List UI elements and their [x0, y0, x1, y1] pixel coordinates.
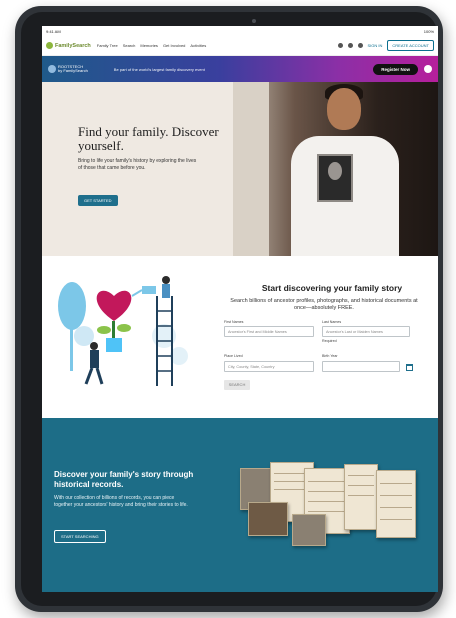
promo-banner: ROOTSTECH by FamilySearch Be part of the…	[42, 56, 438, 82]
rootstech-logo-line2: by FamilySearch	[58, 68, 88, 73]
get-started-button[interactable]: GET STARTED	[78, 195, 118, 206]
search-button[interactable]: SEARCH	[224, 380, 250, 390]
first-names-input[interactable]: Ancestor's First and Middle Names	[224, 326, 314, 337]
place-lived-label: Place Lived	[224, 354, 243, 358]
site-logo[interactable]: FamilySearch	[46, 42, 91, 49]
hero-section: Find your family. Discover yourself. Bri…	[42, 82, 438, 256]
sign-in-link[interactable]: SIGN IN	[368, 43, 383, 48]
battery-indicator: 100%	[423, 28, 434, 34]
rootstech-tree-icon	[48, 65, 56, 73]
calendar-icon[interactable]	[406, 364, 413, 371]
nav-link-memories[interactable]: Memories	[140, 43, 158, 48]
record-photo-3	[292, 514, 326, 546]
register-now-button[interactable]: Register Now	[373, 63, 418, 75]
nav-link-family-tree[interactable]: Family Tree	[97, 43, 118, 48]
place-lived-input[interactable]: City, County, State, Country	[224, 361, 314, 372]
rootstech-logo: ROOTSTECH by FamilySearch	[48, 64, 88, 74]
record-document-4	[376, 470, 416, 538]
promo-text: Be part of the world's largest family di…	[113, 66, 205, 72]
record-document-3	[344, 464, 378, 530]
gardening-illustration	[58, 276, 188, 386]
record-photo-2	[248, 502, 288, 536]
last-names-input[interactable]: Ancestor's Last or Maiden Names	[322, 326, 410, 337]
close-icon[interactable]	[424, 65, 432, 73]
nav-right: SIGN IN CREATE ACCOUNT	[337, 40, 434, 51]
records-title: Discover your family's story through his…	[54, 470, 194, 489]
family-tree-logo-icon	[46, 42, 53, 49]
nav-links: Family Tree Search Memories Get Involved…	[97, 43, 206, 48]
records-subtitle: With our collection of billions of recor…	[54, 495, 188, 508]
site-nav: FamilySearch Family Tree Search Memories…	[42, 36, 438, 56]
nav-link-search[interactable]: Search	[123, 43, 136, 48]
camera-icon	[252, 19, 256, 23]
bell-icon[interactable]	[337, 43, 343, 48]
nav-link-get-involved[interactable]: Get Involved	[163, 43, 185, 48]
status-bar: 9:41 AM 100%	[42, 26, 438, 36]
form-subtitle: Search billions of ancestor profiles, ph…	[230, 298, 418, 311]
status-time: 9:41 AM	[46, 28, 61, 34]
menu-icon[interactable]	[357, 43, 363, 48]
records-section: Discover your family's story through his…	[42, 418, 438, 592]
first-names-label: First Names	[224, 320, 244, 324]
birth-year-label: Birth Year	[322, 354, 338, 358]
form-title: Start discovering your family story	[261, 283, 403, 293]
birth-year-input[interactable]	[322, 361, 400, 372]
discover-section: Start discovering your family story Sear…	[42, 256, 438, 418]
hero-photo	[233, 82, 438, 256]
last-names-label: Last Names	[322, 320, 342, 324]
start-searching-button[interactable]: START SEARCHING	[54, 530, 106, 543]
create-account-button[interactable]: CREATE ACCOUNT	[387, 40, 434, 51]
hero-subtitle: Bring to life your family's history by e…	[78, 158, 197, 171]
hero-title: Find your family. Discover yourself.	[78, 124, 219, 153]
help-icon[interactable]	[347, 43, 353, 48]
nav-link-activities[interactable]: Activities	[190, 43, 206, 48]
logo-text: FamilySearch	[55, 42, 91, 49]
required-note: Required	[322, 339, 337, 343]
screen: 9:41 AM 100% FamilySearch Family Tree Se…	[42, 26, 438, 592]
